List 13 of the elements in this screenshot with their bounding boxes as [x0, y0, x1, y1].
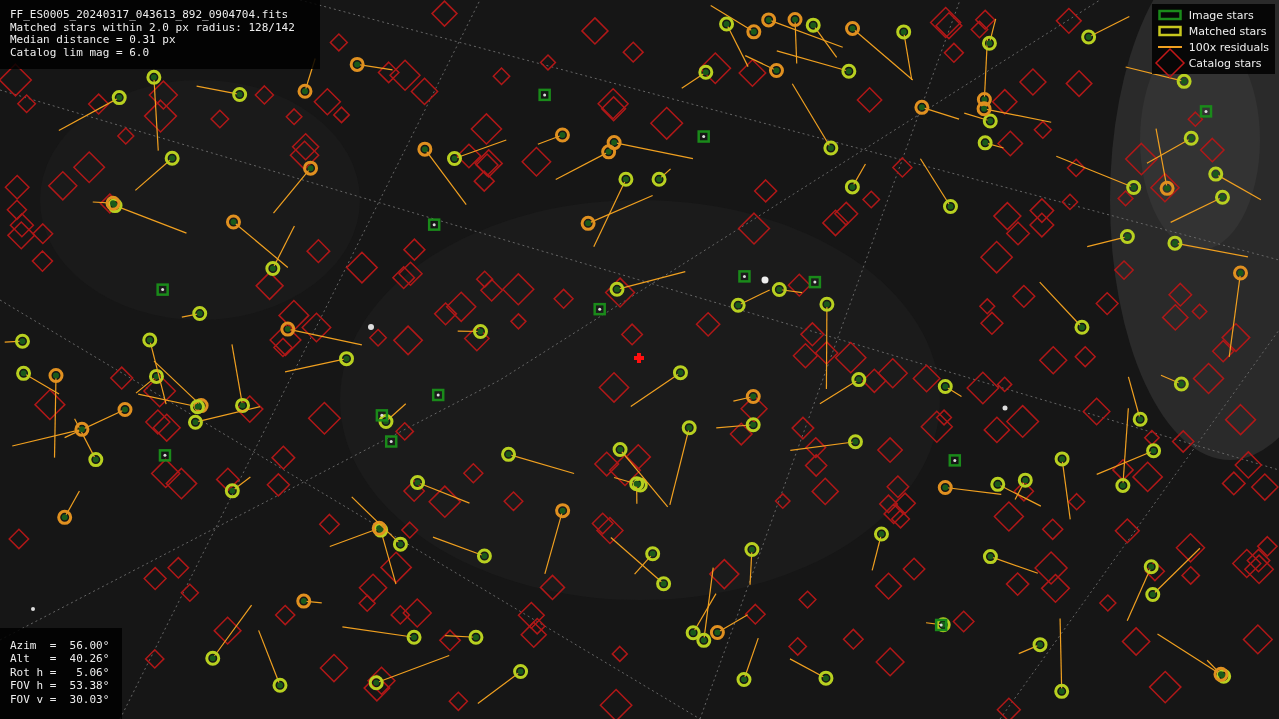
info-text: Median distance = 0.31 px: [10, 34, 176, 47]
legend-label: Image stars: [1188, 8, 1254, 22]
info-text: Matched stars within 2.0 px radius: 128/142: [10, 21, 295, 34]
info-text: Catalog lim mag = 6.0: [10, 46, 150, 59]
info-text: Rot h = 5.06°: [10, 665, 110, 679]
legend-label: 100x residuals: [1188, 40, 1269, 54]
legend-label: Catalog stars: [1188, 56, 1262, 70]
info-text: FOV h = 53.38°: [10, 679, 110, 693]
info-text: FF_ES0005_20240317_043613_892_0904704.fits: [10, 9, 289, 22]
info-text: Azim = 56.00°: [10, 638, 110, 652]
legend-label: Matched stars: [1188, 24, 1267, 38]
info-text: Alt = 40.26°: [10, 652, 110, 666]
info-text: FOV v = 30.03°: [10, 692, 110, 706]
